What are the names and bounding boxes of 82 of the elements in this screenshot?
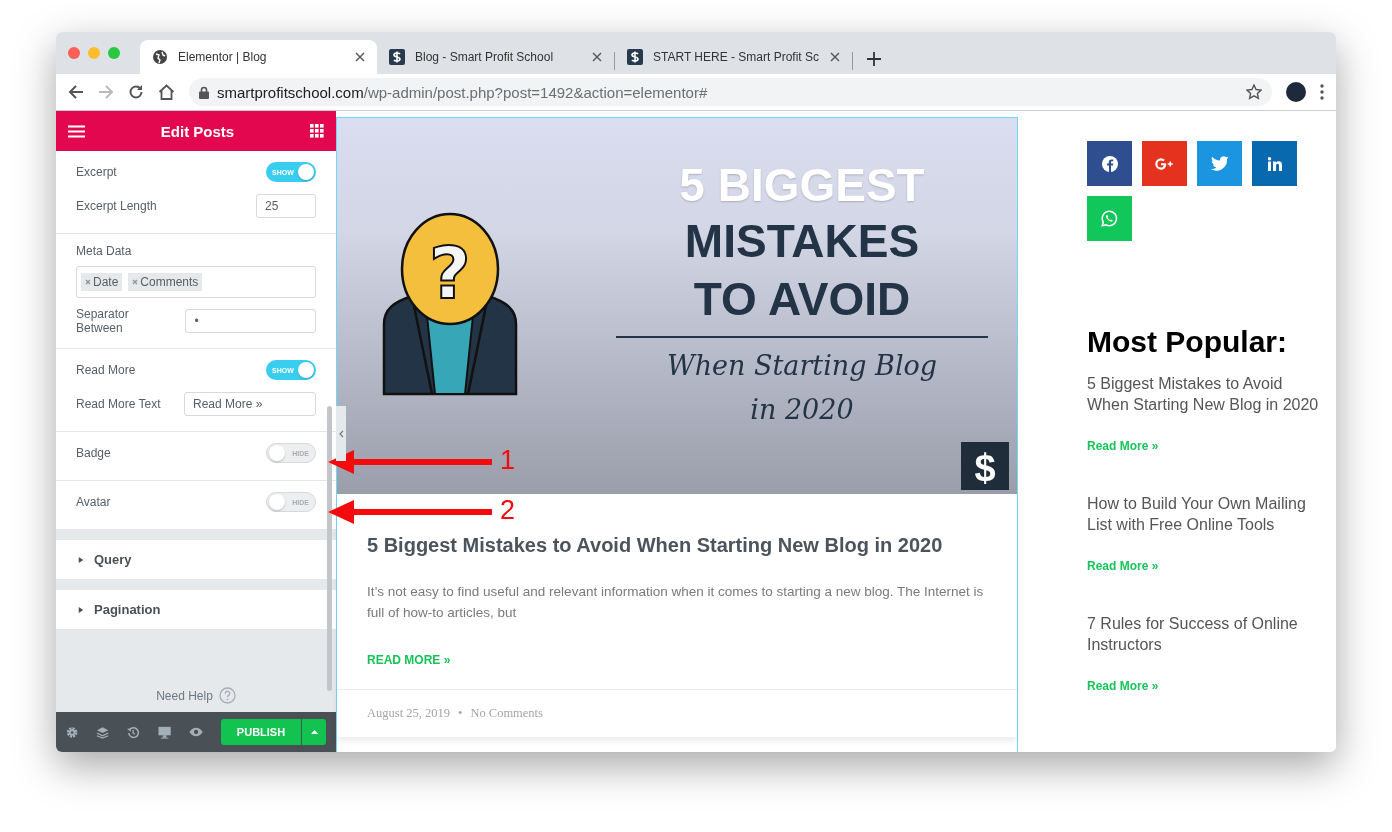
globe-icon [152, 49, 168, 65]
back-icon[interactable] [68, 84, 84, 100]
facebook-icon [1101, 155, 1118, 172]
collapse-handle[interactable] [336, 406, 346, 461]
image-subtitle: When Starting Blog [666, 349, 938, 383]
grid-icon[interactable] [310, 124, 324, 138]
close-icon[interactable] [592, 52, 602, 62]
close-icon[interactable] [355, 52, 365, 62]
control-label: Meta Data [76, 244, 133, 258]
caret-icon [78, 555, 84, 564]
post-comments: No Comments [470, 706, 543, 721]
share-button[interactable] [1252, 141, 1297, 186]
panel-title: Edit Posts [160, 122, 235, 140]
star-icon[interactable] [1246, 84, 1262, 100]
reload-icon[interactable] [128, 84, 144, 100]
tab-title: Blog - Smart Profit School [415, 50, 554, 64]
text-field[interactable]: • [185, 309, 316, 333]
forward-icon[interactable] [98, 84, 114, 100]
control-label: Excerpt [76, 165, 117, 179]
caret-icon [78, 605, 84, 614]
remove-icon[interactable] [132, 279, 139, 285]
image-headline: TO AVOID [693, 272, 911, 327]
question-mark: ? [429, 231, 471, 315]
control-label: Separator Between [76, 307, 130, 335]
share-button[interactable] [1087, 141, 1132, 186]
section-header[interactable]: Pagination [56, 590, 336, 629]
remove-icon[interactable] [85, 279, 91, 285]
post-title: 5 Biggest Mistakes to Avoid When Starting New Blog in 2020 [367, 534, 944, 557]
bird-icon [1210, 156, 1229, 171]
close-icon[interactable] [830, 52, 840, 62]
control-label: Avatar [76, 495, 111, 509]
control-label: Excerpt Length [76, 199, 157, 213]
post-date: August 25, 2019 [367, 706, 450, 721]
address-bar[interactable]: smartprofitschool.com/wp-admin/post.php?post=1492&action=elementor# [189, 78, 1272, 106]
tags-field[interactable]: Date Comments [76, 266, 316, 298]
control-label: Badge [76, 446, 111, 460]
control-label: Read More Text [76, 397, 161, 411]
eye-icon[interactable] [188, 727, 203, 737]
annotation-number: 1 [500, 445, 516, 476]
caret-icon [310, 730, 318, 734]
popular-post-title: How to Build Your Own Mailing List with Free Online Tools [1087, 494, 1307, 535]
text-field[interactable]: Read More » [184, 392, 316, 416]
number-field[interactable]: 25 [256, 194, 316, 218]
lock-icon [199, 85, 209, 99]
sidebar-heading: Most Popular: [1087, 325, 1288, 359]
layers-icon[interactable] [96, 725, 110, 739]
desktop-icon[interactable] [157, 725, 171, 739]
google-plus-icon [1154, 157, 1175, 170]
dollar-icon [627, 49, 643, 65]
dollar-icon [389, 49, 405, 65]
url-text: smartprofitschool.com/wp-admin/post.php?post=1492&action=elementor# [217, 83, 708, 101]
settings-icon[interactable] [66, 725, 79, 739]
dollar-logo: $ [961, 442, 1009, 490]
share-button[interactable] [1142, 141, 1187, 186]
scrollbar[interactable] [327, 406, 332, 691]
home-icon[interactable] [158, 84, 175, 100]
tag-chip[interactable]: Comments [128, 273, 203, 291]
annotation-number: 2 [500, 495, 516, 526]
menu-icon[interactable] [68, 124, 85, 138]
help-text: Need Help [156, 688, 213, 703]
avatar[interactable] [1286, 82, 1306, 102]
section-header[interactable]: Query [56, 540, 336, 579]
browser-tab[interactable]: Blog - Smart Profit School [377, 40, 614, 74]
image-subtitle: in 2020 [750, 393, 854, 427]
linkedin-icon [1267, 156, 1282, 171]
menu-icon[interactable] [1320, 84, 1324, 100]
popular-post-title: 7 Rules for Success of Online Instructors [1087, 614, 1299, 655]
tab-title: START HERE - Smart Profit Sc [653, 50, 820, 64]
history-icon[interactable] [127, 725, 140, 739]
close-window-button[interactable] [68, 47, 80, 59]
post-excerpt: It’s not easy to find useful and relevant information when it comes to starting a new blog. The Internet is full of how-to articles, but [367, 583, 985, 622]
tab-title: Elementor | Blog [178, 50, 267, 64]
image-headline: MISTAKES [684, 214, 920, 269]
browser-tab[interactable]: Elementor | Blog [140, 40, 377, 74]
tag-chip[interactable]: Date [81, 273, 123, 291]
popular-post-title: 5 Biggest Mistakes to Avoid When Starting New Blog in 2020 [1087, 374, 1320, 415]
new-tab-icon[interactable] [867, 52, 881, 66]
control-label: Read More [76, 363, 136, 377]
chevron-icon [338, 429, 344, 438]
chat-bubble-icon [1101, 210, 1118, 227]
browser-tab[interactable]: START HERE - Smart Profit Sc [615, 40, 852, 74]
meta-separator: • [458, 706, 463, 721]
